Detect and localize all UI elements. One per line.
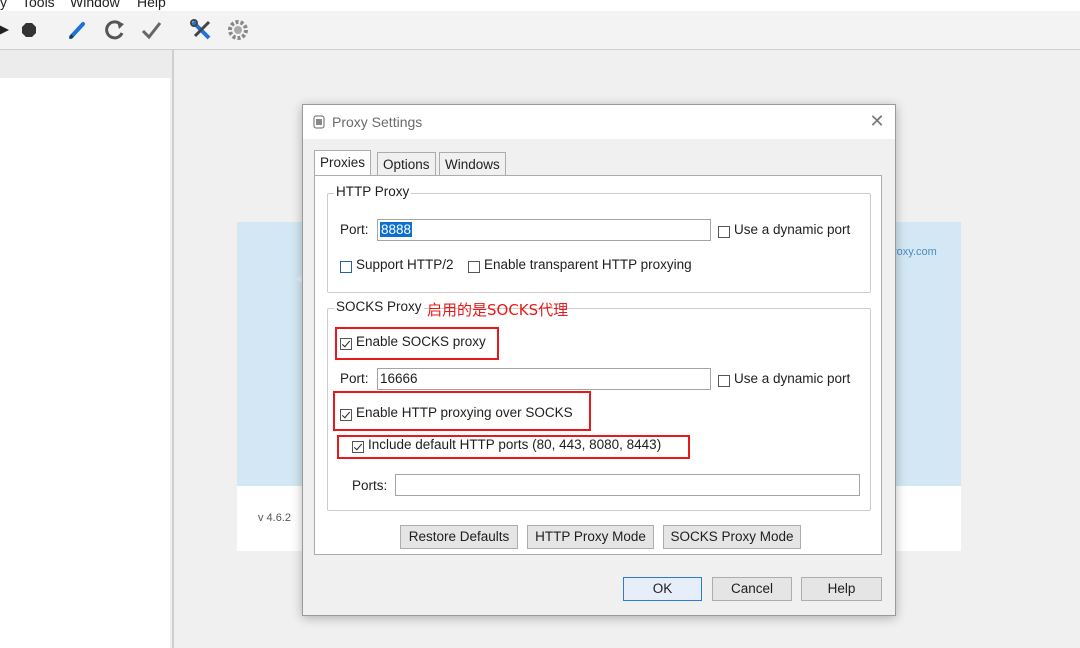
proxies-tab-panel: HTTP Proxy Port: 8888 Use a dynamic port…	[314, 175, 882, 555]
http-port-value: 8888	[380, 222, 413, 237]
pencil-icon[interactable]	[64, 17, 90, 43]
transparent-proxy-label: Enable transparent HTTP proxying	[484, 257, 692, 272]
menu-item-tools[interactable]: Tools	[22, 0, 55, 10]
menu-item-partial[interactable]: y	[0, 0, 7, 10]
socks-proxy-legend: SOCKS Proxy	[334, 299, 424, 314]
refresh-icon[interactable]	[102, 17, 128, 43]
toolbar	[0, 11, 1080, 50]
http-port-field[interactable]: 8888	[377, 219, 711, 241]
check-icon[interactable]	[138, 17, 164, 43]
settings-gear-icon[interactable]	[225, 17, 251, 43]
dialog-titlebar: Proxy Settings ✕	[303, 105, 895, 139]
socks-dynamic-port-label: Use a dynamic port	[734, 371, 851, 386]
help-button[interactable]: Help	[801, 577, 882, 601]
socks-proxy-mode-button[interactable]: SOCKS Proxy Mode	[663, 525, 801, 549]
http-over-socks-checkbox[interactable]	[340, 409, 352, 421]
http-dynamic-port-checkbox[interactable]	[718, 226, 730, 238]
app-icon	[313, 115, 325, 129]
annotation-text: 启用的是SOCKS代理	[427, 301, 569, 319]
site-link-fragment: roxy.com	[893, 246, 937, 258]
menu-item-help[interactable]: Help	[137, 0, 166, 10]
close-icon[interactable]: ✕	[865, 109, 889, 133]
left-panel	[0, 78, 170, 648]
restore-defaults-button[interactable]: Restore Defaults	[400, 525, 518, 549]
tab-windows[interactable]: Windows	[439, 152, 506, 175]
include-default-ports-label: Include default HTTP ports (80, 443, 808…	[368, 437, 662, 452]
proxy-settings-dialog: Proxy Settings ✕ Proxies Options Windows…	[302, 104, 896, 616]
stop-icon[interactable]	[16, 17, 42, 43]
enable-socks-label: Enable SOCKS proxy	[356, 334, 486, 349]
version-label: v 4.6.2	[258, 512, 292, 524]
http-proxy-legend: HTTP Proxy	[334, 184, 412, 199]
http-dynamic-port-label: Use a dynamic port	[734, 222, 851, 237]
http-proxy-mode-button[interactable]: HTTP Proxy Mode	[527, 525, 654, 549]
panel-splitter[interactable]	[172, 50, 174, 648]
menu-item-window[interactable]: Window	[70, 0, 120, 10]
left-panel-header	[0, 50, 172, 78]
socks-dynamic-port-checkbox[interactable]	[718, 375, 730, 387]
http-proxy-group	[327, 193, 871, 293]
http-over-socks-label: Enable HTTP proxying over SOCKS	[356, 405, 573, 420]
enable-socks-checkbox[interactable]	[340, 338, 352, 350]
support-http2-label: Support HTTP/2	[356, 257, 454, 272]
include-default-ports-checkbox[interactable]	[352, 441, 364, 453]
play-icon[interactable]	[0, 17, 16, 43]
cancel-button[interactable]: Cancel	[712, 577, 792, 601]
socks-port-label: Port:	[340, 371, 369, 386]
tools-icon[interactable]	[188, 17, 214, 43]
socks-port-field[interactable]: 16666	[377, 368, 711, 390]
ports-label: Ports:	[352, 478, 388, 493]
support-http2-checkbox[interactable]	[340, 261, 352, 273]
menu-bar: y Tools Window Help	[0, 0, 1080, 11]
tab-options[interactable]: Options	[377, 152, 436, 175]
dialog-title: Proxy Settings	[332, 114, 423, 130]
ports-field[interactable]	[395, 474, 860, 496]
ok-button[interactable]: OK	[623, 577, 702, 601]
transparent-proxy-checkbox[interactable]	[468, 261, 480, 273]
http-port-label: Port:	[340, 222, 369, 237]
tab-proxies[interactable]: Proxies	[314, 150, 372, 175]
